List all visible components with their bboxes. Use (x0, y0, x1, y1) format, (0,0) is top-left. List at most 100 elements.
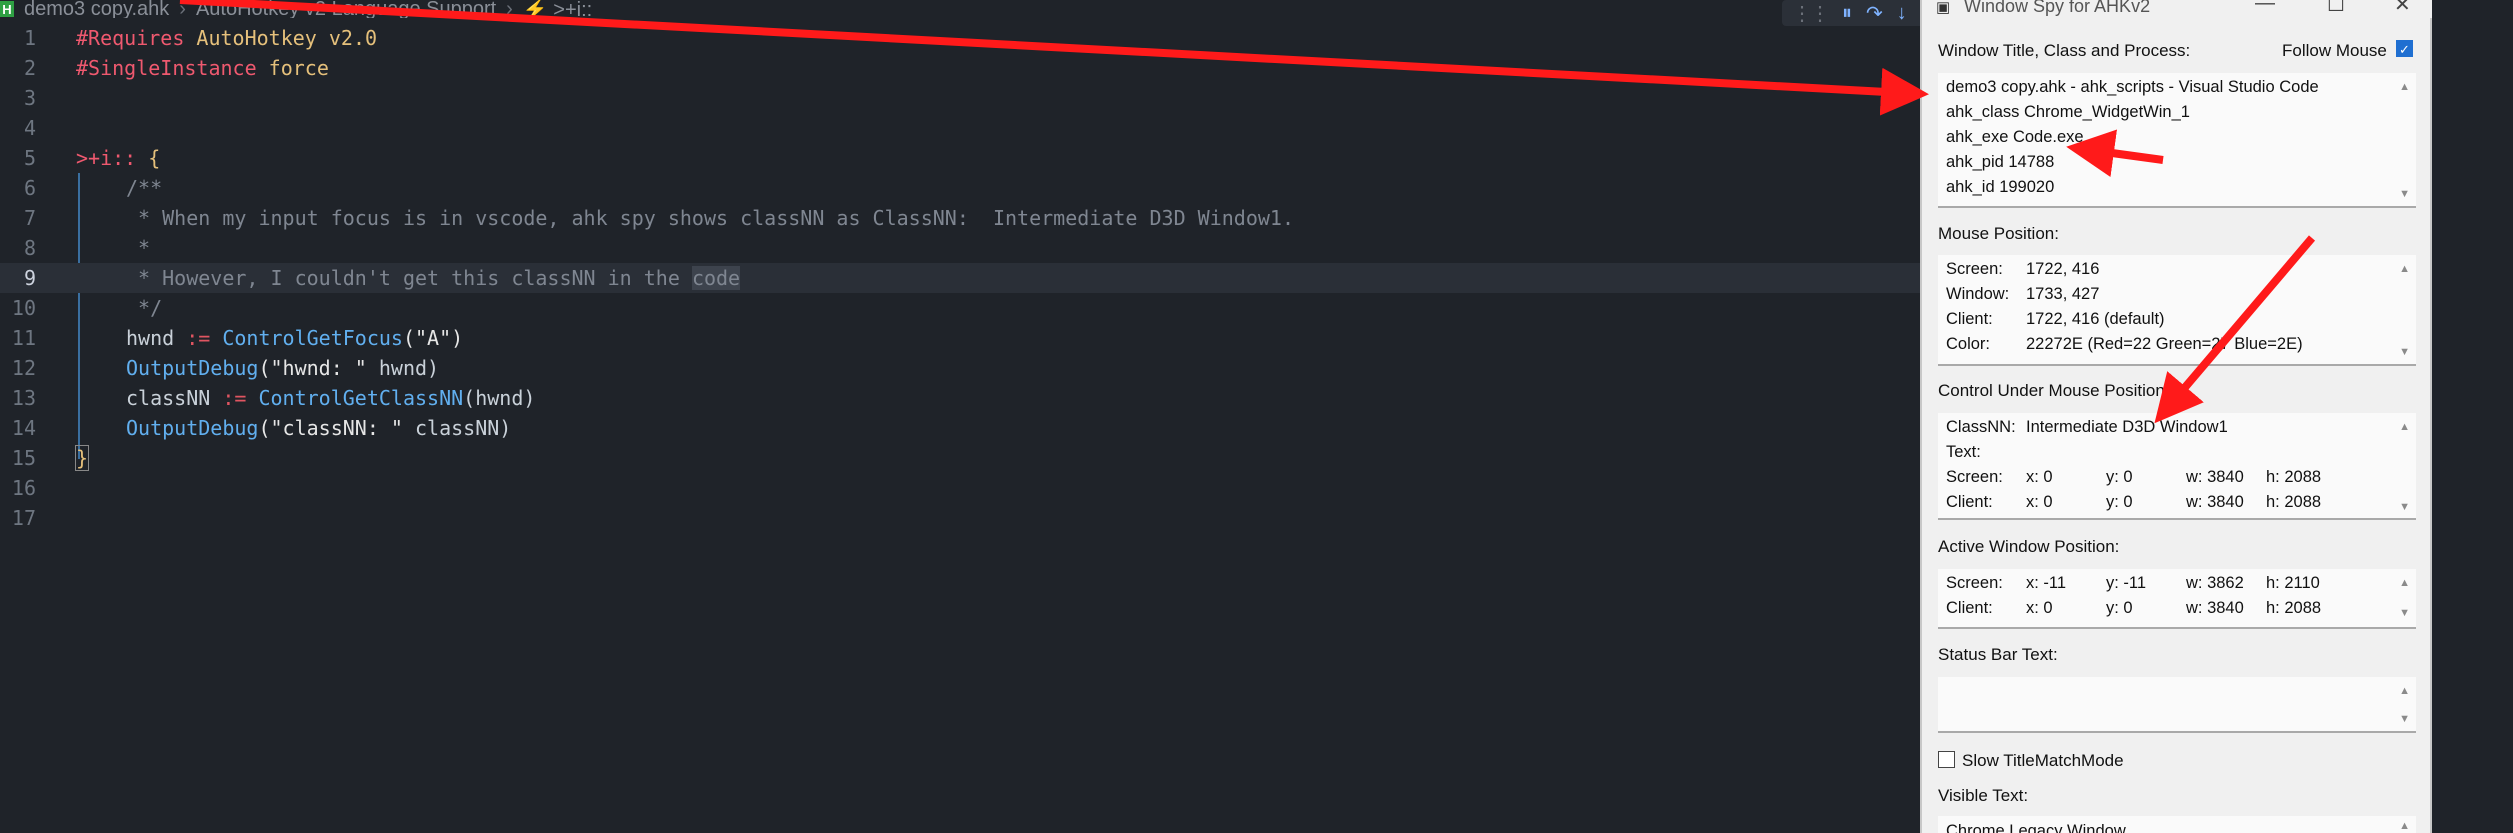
row-value: 1733, 427 (2026, 285, 2100, 303)
line-number: 6 (23, 176, 36, 200)
scroll-up-icon[interactable]: ▲ (2399, 263, 2410, 275)
code-line[interactable]: 5 >+i:: { (0, 143, 1920, 173)
control-under-mouse-label: Control Under Mouse Position: (1938, 381, 2170, 400)
variable: classNN (126, 386, 211, 410)
code-editor[interactable]: H demo3 copy.ahk › AutoHotkey v2 Languag… (0, 0, 1927, 833)
follow-mouse-checkbox[interactable]: ✓ (2396, 40, 2413, 57)
line-number: 2 (23, 56, 36, 80)
h-value: h: 2088 (2266, 468, 2322, 486)
row-key: ClassNN: (1946, 418, 2016, 436)
code-line[interactable]: 17 (0, 503, 1920, 533)
argument: (hwnd) (463, 386, 536, 410)
function-name: ControlGetFocus (222, 326, 403, 350)
code-line[interactable]: 16 (0, 473, 1920, 503)
directive-arg: force (256, 56, 329, 80)
code-line[interactable]: 12 OutputDebug("hwnd: " hwnd) (0, 353, 1920, 383)
code-line[interactable]: 15 } (0, 443, 1920, 473)
step-over-icon[interactable]: ↷ (1866, 1, 1883, 26)
brace: { (136, 146, 161, 170)
y-value: y: 0 (2106, 468, 2133, 486)
comment: */ (126, 296, 163, 320)
pause-icon[interactable]: ⏸ (1842, 2, 1852, 25)
control-info-box[interactable]: ClassNN: Intermediate D3D Window1 Text: S… (1938, 413, 2416, 520)
scroll-down-icon[interactable]: ▼ (2399, 188, 2410, 200)
directive: #SingleInstance (76, 56, 257, 80)
window-title: Window Spy for AHKv2 (1964, 0, 2151, 16)
row-key: Client: (1946, 493, 1993, 511)
variable: hwnd (126, 326, 175, 350)
app-icon: ▣ (1936, 0, 1951, 16)
h-value: h: 2110 (2266, 574, 2320, 592)
argument: ("classNN: " (258, 416, 403, 440)
drag-handle-icon[interactable]: ⋮⋮ (1792, 1, 1830, 26)
code-line[interactable]: 1 #Requires AutoHotkey v2.0 (0, 23, 1920, 53)
window-info-line: demo3 copy.ahk - ahk_scripts - Visual St… (1946, 78, 2319, 96)
code-line[interactable]: 6 /** (0, 173, 1920, 203)
line-number: 3 (23, 86, 36, 110)
argument: hwnd) (366, 356, 440, 380)
slow-titlematch-label[interactable]: Slow TitleMatchMode (1962, 751, 2124, 771)
scroll-up-icon[interactable]: ▲ (2399, 81, 2410, 93)
code-line[interactable]: 8 * (0, 233, 1920, 263)
row-value: 1722, 416 (default) (2026, 310, 2165, 328)
window-info-line: ahk_pid 14788 (1946, 153, 2055, 171)
step-into-icon[interactable]: ↓ (1897, 2, 1907, 25)
scroll-up-icon[interactable]: ▲ (2399, 421, 2410, 433)
visible-text-line: Chrome Legacy Window (1946, 822, 2126, 833)
mouse-position-box[interactable]: Screen: 1722, 416 Window: 1733, 427 Client… (1938, 255, 2416, 366)
scroll-up-icon[interactable]: ▲ (2399, 577, 2410, 589)
scroll-down-icon[interactable]: ▼ (2399, 346, 2410, 358)
breadcrumb-symbol[interactable]: ⚡ >+i:: (523, 0, 592, 18)
argument: ("A") (402, 326, 464, 350)
x-value: x: 0 (2026, 599, 2053, 617)
visible-text-box[interactable]: Chrome Legacy Window ▲ (1938, 816, 2416, 833)
slow-titlematch-checkbox[interactable] (1938, 751, 1955, 768)
scroll-down-icon[interactable]: ▼ (2399, 713, 2410, 725)
window-info-line: ahk_class Chrome_WidgetWin_1 (1946, 103, 2190, 121)
comment: * When my input focus is in vscode, ahk … (126, 206, 1294, 230)
w-value: w: 3840 (2186, 468, 2244, 486)
follow-mouse-label[interactable]: Follow Mouse (2282, 41, 2387, 61)
code-line[interactable]: 4 (0, 113, 1920, 143)
code-line[interactable]: 3 (0, 83, 1920, 113)
code-text: classNN := ControlGetClassNN(hwnd) (126, 386, 535, 410)
code-line-current[interactable]: 9 * However, I couldn't get this classNN… (0, 263, 1920, 293)
minimize-icon[interactable]: — (2255, 0, 2275, 15)
line-number: 10 (11, 296, 36, 320)
line-number: 13 (11, 386, 36, 410)
window-titlebar[interactable]: ▣ Window Spy for AHKv2 — ☐ ✕ (1922, 0, 2432, 18)
code-line[interactable]: 10 */ (0, 293, 1920, 323)
code-line[interactable]: 2 #SingleInstance force (0, 53, 1920, 83)
line-number: 16 (11, 476, 36, 500)
active-window-box[interactable]: Screen: x: -11 y: -11 w: 3862 h: 2110 Client… (1938, 569, 2416, 629)
code-line[interactable]: 14 OutputDebug("classNN: " classNN) (0, 413, 1920, 443)
classnn-value: Intermediate D3D Window1 (2026, 418, 2228, 436)
line-number: 5 (23, 146, 36, 170)
line-number: 15 (11, 446, 36, 470)
status-bar-box[interactable]: ▲ ▼ (1938, 677, 2416, 733)
line-number: 1 (23, 26, 36, 50)
h-value: h: 2088 (2266, 493, 2322, 511)
maximize-icon[interactable]: ☐ (2327, 0, 2345, 17)
scroll-down-icon[interactable]: ▼ (2399, 501, 2410, 513)
row-key: Window: (1946, 285, 2010, 303)
close-icon[interactable]: ✕ (2394, 0, 2411, 17)
code-line[interactable]: 11 hwnd := ControlGetFocus("A") (0, 323, 1920, 353)
code-text: hwnd := ControlGetFocus("A") (126, 326, 463, 350)
w-value: w: 3840 (2186, 493, 2244, 511)
scroll-up-icon[interactable]: ▲ (2399, 820, 2410, 832)
breadcrumb-language[interactable]: AutoHotkey v2 Language Support (196, 0, 496, 18)
mouse-position-label: Mouse Position: (1938, 224, 2059, 243)
scroll-down-icon[interactable]: ▼ (2399, 607, 2410, 619)
row-value: 1722, 416 (2026, 260, 2100, 278)
row-key: Color: (1946, 335, 1991, 353)
row-key: Client: (1946, 599, 1993, 617)
code-line[interactable]: 13 classNN := ControlGetClassNN(hwnd) (0, 383, 1920, 413)
code-text: #SingleInstance force (76, 56, 329, 80)
breadcrumb-file[interactable]: demo3 copy.ahk (24, 0, 169, 18)
directive-arg: AutoHotkey v2.0 (184, 26, 378, 50)
code-line[interactable]: 7 * When my input focus is in vscode, ah… (0, 203, 1920, 233)
window-spy-panel: ▣ Window Spy for AHKv2 — ☐ ✕ Window Titl… (1920, 0, 2432, 833)
scroll-up-icon[interactable]: ▲ (2399, 685, 2410, 697)
window-info-box[interactable]: demo3 copy.ahk - ahk_scripts - Visual St… (1938, 73, 2416, 208)
